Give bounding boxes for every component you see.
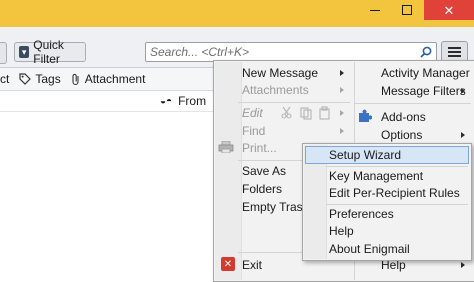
menu-item-edit[interactable]: Edit [242,104,263,122]
search-box[interactable] [145,42,437,62]
toolbar-partial-button[interactable] [0,42,7,64]
search-input[interactable] [146,43,420,61]
hamburger-icon-line [448,51,461,53]
submenu-arrow-icon [461,262,465,268]
menu-separator [238,102,350,103]
contact-filter-label: ct [0,72,10,86]
hamburger-icon-line [448,55,461,57]
menu-gutter [215,62,242,280]
contact-filter[interactable]: ct [0,72,9,86]
submenu-item-preferences[interactable]: Preferences [329,205,394,223]
menu-item-folders[interactable]: Folders [242,180,282,198]
tags-filter[interactable]: Tags [19,72,61,86]
submenu-item-help[interactable]: Help [329,222,354,240]
quick-filter-label: Quick Filter [33,38,64,66]
submenu-item-key-management[interactable]: Key Management [329,167,423,185]
close-window-button[interactable]: ✕ [424,0,474,20]
menu-item-add-ons[interactable]: Add-ons [381,108,426,126]
submenu-item-about-enigmail[interactable]: About Enigmail [329,240,410,258]
submenu-arrow-icon [340,87,344,93]
submenu-arrow-icon [340,110,344,116]
submenu-arrow-icon [340,70,344,76]
submenu-arrow-icon [461,88,465,94]
hamburger-icon-line [448,47,461,49]
submenu-item-per-recipient-rules[interactable]: Edit Per-Recipient Rules [329,184,460,202]
menu-item-empty-trash[interactable]: Empty Trash [242,198,309,216]
menu-item-print[interactable]: Print... [242,139,277,157]
puzzle-piece-icon [359,109,372,122]
tag-icon [19,73,32,85]
menu-separator [355,103,471,104]
menu-item-exit[interactable]: Exit [242,256,262,274]
menu-item-message-filters[interactable]: Message Filters [381,82,466,100]
tags-filter-label: Tags [35,72,61,86]
menu-item-new-message[interactable]: New Message [242,64,318,82]
printer-icon [218,141,234,153]
minimize-button[interactable] [360,0,390,20]
menu-item-attachments[interactable]: Attachments [242,81,309,99]
menu-item-save-as[interactable]: Save As [242,162,286,180]
maximize-button[interactable] [390,0,424,20]
quick-filter-button[interactable]: ▾ Quick Filter [14,38,86,66]
submenu-item-setup-wizard[interactable]: Setup Wizard [329,146,401,164]
search-icon[interactable] [420,46,432,58]
from-column-label: From [178,94,207,108]
menu-item-options[interactable]: Options [381,126,422,144]
maximize-icon [402,5,412,15]
thread-icon: ◒◓ [160,95,173,107]
paperclip-icon [72,73,79,85]
attachment-filter[interactable]: Attachment [71,72,146,86]
submenu-arrow-icon [340,128,344,134]
attachment-filter-label: Attachment [84,72,146,86]
menu-item-activity-manager[interactable]: Activity Manager [381,64,470,82]
menu-item-find[interactable]: Find [242,122,265,140]
close-icon: ✕ [443,2,455,18]
filter-icon: ▾ [19,46,30,58]
submenu-arrow-icon [461,132,465,138]
from-column-header[interactable]: ◒◓ From [160,94,206,108]
exit-icon: ✕ [221,257,235,271]
edit-tool-icons [281,106,330,120]
minimize-icon [370,9,380,11]
